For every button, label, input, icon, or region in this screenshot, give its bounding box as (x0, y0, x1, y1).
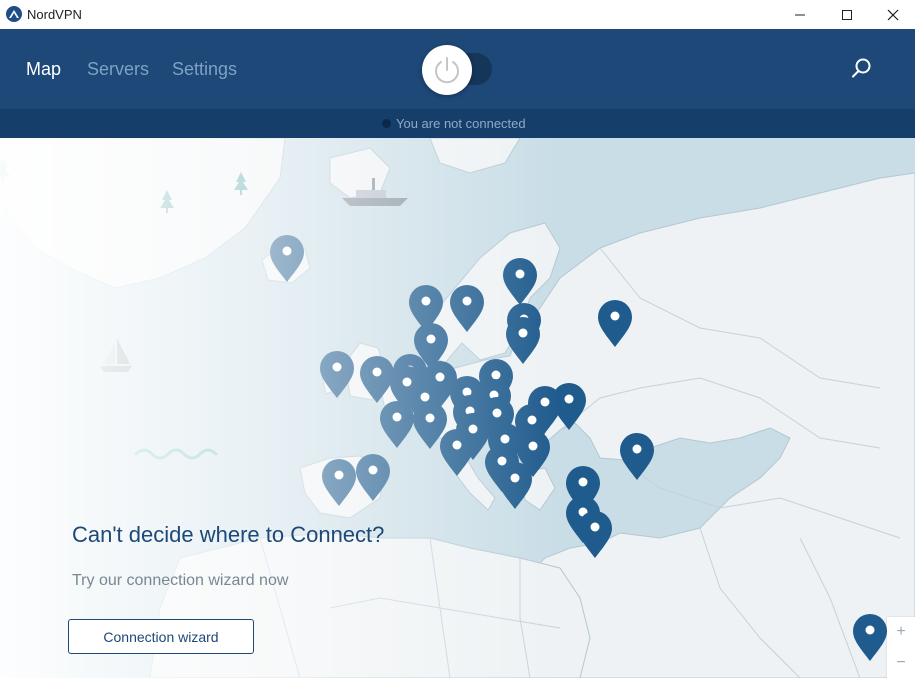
nordvpn-logo-icon (6, 6, 22, 22)
close-icon (887, 9, 899, 20)
connection-wizard-button[interactable]: Connection wizard (68, 619, 254, 654)
zoom-in-button[interactable]: + (887, 617, 915, 647)
status-indicator-dot (382, 119, 391, 128)
zoom-control: + − (887, 617, 915, 678)
close-button[interactable] (870, 0, 915, 29)
world-map[interactable] (0, 138, 915, 678)
tab-settings[interactable]: Settings (172, 59, 237, 80)
map-canvas (0, 138, 915, 678)
power-icon (435, 57, 459, 84)
promo-title: Can't decide where to Connect? (72, 522, 385, 547)
app-header: Map Servers Settings (0, 29, 915, 109)
title-bar: NordVPN (0, 0, 915, 29)
minimize-button[interactable] (777, 0, 823, 29)
power-toggle[interactable] (422, 45, 472, 95)
maximize-button[interactable] (824, 0, 870, 29)
tab-map[interactable]: Map (26, 59, 61, 80)
window-title: NordVPN (27, 7, 82, 22)
tab-servers[interactable]: Servers (87, 59, 149, 80)
maximize-icon (842, 9, 852, 20)
connection-status-bar: You are not connected (0, 109, 915, 138)
connection-status-text: You are not connected (396, 116, 526, 131)
search-icon[interactable] (850, 57, 872, 79)
zoom-out-button[interactable]: − (887, 648, 915, 678)
minimize-icon (795, 14, 805, 15)
promo-subtitle: Try our connection wizard now (72, 572, 289, 589)
